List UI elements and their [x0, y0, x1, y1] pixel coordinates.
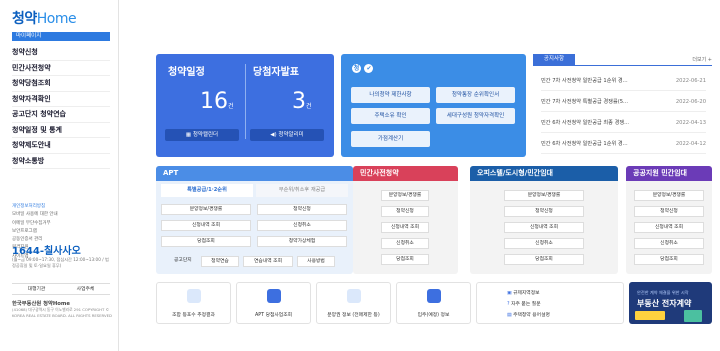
glossary-link[interactable]: ▤ 주택청약 용어설명: [507, 310, 550, 321]
public-title: 공공지원 민간임대: [626, 166, 712, 181]
security-link[interactable]: 보안프로그램: [12, 228, 110, 236]
check-icon: ✔: [364, 63, 374, 73]
officetel-cancel-button[interactable]: 신청취소: [504, 238, 584, 249]
house-icon: [426, 289, 441, 303]
presale-history-button[interactable]: 신청내역 조회: [381, 222, 429, 233]
schedule-count[interactable]: 16건: [200, 89, 234, 114]
menu-apply[interactable]: 청약신청: [12, 45, 110, 61]
footer-logo: 한국부동산원 청약Home: [12, 301, 71, 307]
officetel-history-button[interactable]: 신청내역 조회: [504, 222, 584, 233]
agency-buttons: 대행기관 사업주체: [12, 283, 110, 295]
faq-card: ▣ 규제지역정보 ? 자주 묻는 질문 ▤ 주택청약 용어설명: [476, 282, 624, 324]
menu-practice[interactable]: 공고단지 청약연습: [12, 107, 110, 123]
practice-history-button[interactable]: 연습내역 조회: [243, 256, 293, 267]
apt-info-button[interactable]: 분양정보/경쟁률: [161, 204, 251, 215]
coin-icon: [186, 289, 201, 303]
practice-howto-button[interactable]: 사용방법: [297, 256, 335, 267]
presale-panel: 민간사전청약 분양정보/경쟁률 청약신청 신청내역 조회 신청취소 당첨조회: [353, 166, 458, 274]
menu-winner-check[interactable]: 청약당첨조회: [12, 76, 110, 92]
quick-card-resale[interactable]: 분양권 정보 (전매제한 등): [316, 282, 391, 324]
email-refuse-link[interactable]: 이메일 무단수집거부: [12, 220, 110, 228]
notifier-button[interactable]: ◀) 청약알리미: [250, 129, 324, 141]
officetel-info-button[interactable]: 분양정보/경쟁률: [504, 190, 584, 201]
presale-info-button[interactable]: 분양정보/경쟁률: [381, 190, 429, 201]
qualification-title: 청약자격확인 ✔: [352, 63, 374, 117]
calendar-icon: ▦: [185, 132, 193, 138]
notice-tab[interactable]: 공지사항: [533, 54, 575, 65]
apt-apply-button[interactable]: 청약신청: [257, 204, 347, 215]
faq-link[interactable]: ? 자주 묻는 질문: [507, 299, 550, 310]
public-apply-button[interactable]: 청약신청: [634, 206, 704, 217]
e-contract-banner[interactable]: 안전한 계약 체결을 위한 시작 부동산 전자계약: [629, 282, 712, 324]
housing-owner-button[interactable]: 주택소유 확인: [351, 108, 430, 124]
document-icon: [346, 289, 361, 303]
building-icon: [266, 289, 281, 303]
quick-card-move-in[interactable]: 입주(예정) 정보: [396, 282, 471, 324]
developer-button[interactable]: 사업주체: [61, 284, 110, 294]
hours-text: (월~금 09:00~17:30, 점심시간 12:00~13:00 / 법정공…: [12, 257, 109, 268]
apt-title: APT: [156, 166, 353, 181]
mypage-button[interactable]: 마이페이지: [12, 32, 110, 41]
practice-label: 공고단지: [174, 258, 192, 263]
phone-number: 1644-칠사사오: [12, 246, 81, 257]
qualification-panel: 청약자격확인 ✔ 나의청약 제한사항 청약통장 순위확인서 주택소유 확인 세대…: [341, 54, 526, 157]
tab-special[interactable]: 특별공급/1·2순위: [161, 184, 253, 197]
footer-text: (41068) 대구광역시 동구 이노밸리로 291 COPYRIGHT © K…: [12, 307, 112, 318]
notice-item[interactable]: 민간 6차 사전청약 일반공급 1순위 경... 2022-04-12: [541, 134, 706, 154]
notice-panel: 공지사항 더보기 + 민간 7차 사전청약 일반공급 1순위 경... 2022-…: [533, 54, 712, 158]
regulation-link[interactable]: ▣ 규제지역정보: [507, 288, 550, 299]
apt-history-button[interactable]: 신청내역 조회: [161, 220, 251, 231]
restriction-button[interactable]: 나의청약 제한사항: [351, 87, 430, 103]
apt-panel: APT 특별공급/1·2순위 무순위/취소후 재공급 분양정보/경쟁률 청약신청…: [156, 166, 353, 274]
menu-private-presale[interactable]: 민간사전청약: [12, 61, 110, 76]
presale-title: 민간사전청약: [353, 166, 458, 181]
presale-winner-button[interactable]: 당첨조회: [381, 254, 429, 265]
schedule-panel: 청약일정 당첨자발표 16건 3건 ▦ 청약캘린더 ◀) 청약알리미: [156, 54, 334, 157]
apt-virtual-button[interactable]: 청약가상체험: [257, 236, 347, 247]
public-winner-button[interactable]: 당첨조회: [634, 254, 704, 265]
public-history-button[interactable]: 신청내역 조회: [634, 222, 704, 233]
apt-winner-button[interactable]: 당첨조회: [161, 236, 251, 247]
sidebar: 청약Home 마이페이지 청약신청 민간사전청약 청약당첨조회 청약자격확인 공…: [0, 0, 119, 351]
divider: [245, 64, 246, 139]
presale-apply-button[interactable]: 청약신청: [381, 206, 429, 217]
public-info-button[interactable]: 분양정보/경쟁률: [634, 190, 704, 201]
household-button[interactable]: 세대구성원 청약자격확인: [436, 108, 515, 124]
contract-illustration: [635, 311, 665, 320]
tab-unranked[interactable]: 무순위/취소후 재공급: [256, 184, 348, 197]
notice-underline: [533, 65, 712, 66]
score-calculator-button[interactable]: 가점계산기: [351, 131, 430, 147]
apt-cancel-button[interactable]: 신청취소: [257, 220, 347, 231]
mobile-guide-link[interactable]: 모바일 사용에 대한 안내: [12, 211, 110, 219]
schedule-title: 청약일정: [168, 67, 205, 78]
logo[interactable]: 청약Home: [12, 8, 77, 28]
winner-count[interactable]: 3건: [292, 89, 312, 114]
public-cancel-button[interactable]: 신청취소: [634, 238, 704, 249]
more-link[interactable]: 더보기 +: [692, 56, 712, 63]
notice-item[interactable]: 민간 7차 사전청약 특별공급 경쟁률(5... 2022-06-20: [541, 92, 706, 112]
privacy-link[interactable]: 개인정보처리방침: [12, 203, 110, 211]
officetel-apply-button[interactable]: 청약신청: [504, 206, 584, 217]
phone-illustration: [684, 310, 702, 322]
menu-community[interactable]: 청약소통방: [12, 154, 110, 169]
notice-item[interactable]: 민간 7차 사전청약 일반공급 1순위 경... 2022-06-21: [541, 71, 706, 91]
officetel-panel: 오피스텔/도시형/민간임대 분양정보/경쟁률 청약신청 신청내역 조회 신청취소…: [470, 166, 618, 274]
calendar-button[interactable]: ▦ 청약캘린더: [165, 129, 239, 141]
notice-item[interactable]: 민간 6차 사전청약 일반공급 최종 경쟁... 2022-04-13: [541, 113, 706, 133]
main-menu: 청약신청 민간사전청약 청약당첨조회 청약자격확인 공고단지 청약연습 청약일정…: [12, 45, 110, 169]
menu-qualification[interactable]: 청약자격확인: [12, 92, 110, 107]
rank-cert-button[interactable]: 청약통장 순위확인서: [436, 87, 515, 103]
practice-button[interactable]: 청약연습: [201, 256, 239, 267]
plus-icon: +: [707, 57, 712, 63]
officetel-title: 오피스텔/도시형/민간임대: [470, 166, 618, 181]
quick-card-apt[interactable]: APT 당첨사업조회: [236, 282, 311, 324]
public-panel: 공공지원 민간임대 분양정보/경쟁률 청약신청 신청내역 조회 신청취소 당첨조…: [626, 166, 712, 274]
officetel-winner-button[interactable]: 당첨조회: [504, 254, 584, 265]
winner-title: 당첨자발표: [253, 67, 299, 78]
menu-schedule-stats[interactable]: 청약일정 및 통계: [12, 123, 110, 138]
quick-card-union[interactable]: 조합 등포수 추정결과: [156, 282, 231, 324]
menu-guide[interactable]: 청약제도안내: [12, 138, 110, 154]
agency-button[interactable]: 대행기관: [12, 284, 61, 294]
presale-cancel-button[interactable]: 신청취소: [381, 238, 429, 249]
